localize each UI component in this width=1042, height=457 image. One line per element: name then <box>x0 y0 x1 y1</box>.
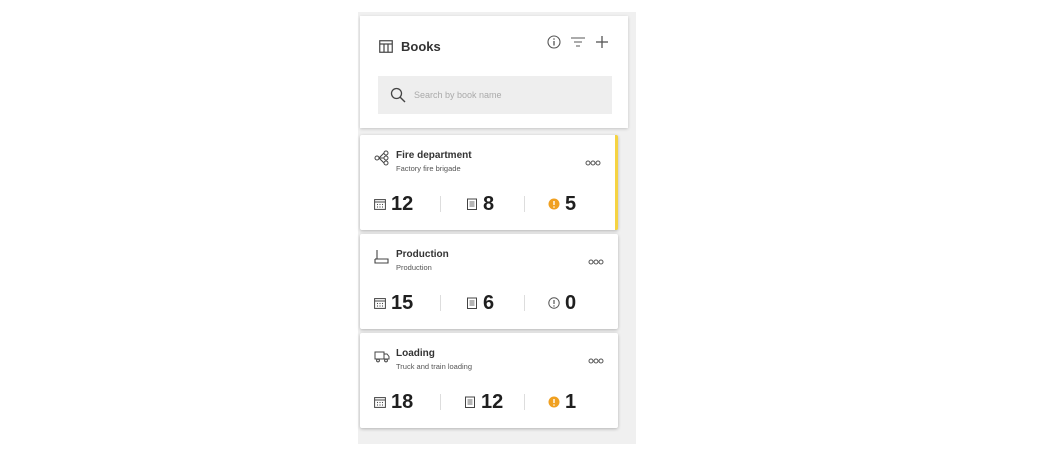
more-options-icon[interactable] <box>585 153 601 166</box>
page-title: Books <box>401 38 441 54</box>
stat-value: 0 <box>565 292 577 314</box>
stat-value: 8 <box>483 193 495 215</box>
book-card-loading[interactable]: Loading Truck and train loading 18 12 1 <box>360 333 618 428</box>
book-stats: 15 6 0 <box>374 292 604 314</box>
divider <box>524 394 525 410</box>
divider <box>524 196 525 212</box>
clipboard-icon <box>466 198 478 210</box>
stat-value: 1 <box>565 391 577 413</box>
book-title: Loading <box>396 348 435 359</box>
more-options-icon[interactable] <box>588 351 604 364</box>
stat-alerts: 0 <box>548 292 576 314</box>
hierarchy-icon <box>374 150 390 166</box>
book-title: Production <box>396 249 449 260</box>
calendar-icon <box>374 198 386 210</box>
divider <box>524 295 525 311</box>
warning-icon <box>548 396 560 408</box>
stat-value: 12 <box>481 391 504 413</box>
divider <box>440 394 441 410</box>
machine-icon <box>374 249 390 265</box>
calendar-icon <box>374 396 386 408</box>
filter-icon[interactable] <box>570 34 586 50</box>
stat-calendar: 15 <box>374 292 413 314</box>
stat-value: 12 <box>391 193 414 215</box>
warning-icon <box>548 198 560 210</box>
calendar-icon <box>374 297 386 309</box>
header-actions <box>546 34 610 50</box>
book-card-fire-department[interactable]: Fire department Factory fire brigade 12 … <box>360 135 618 230</box>
search-icon <box>390 87 406 103</box>
book-stats: 18 12 1 <box>374 391 604 413</box>
book-card-production[interactable]: Production Production 15 6 0 <box>360 234 618 329</box>
stat-value: 6 <box>483 292 495 314</box>
stat-alerts: 5 <box>548 193 576 215</box>
more-options-icon[interactable] <box>588 252 604 265</box>
clipboard-icon <box>466 297 478 309</box>
book-subtitle: Production <box>396 263 432 272</box>
search-input[interactable] <box>412 89 606 101</box>
info-icon[interactable] <box>546 34 562 50</box>
clipboard-icon <box>464 396 476 408</box>
stat-clipboard: 6 <box>466 292 494 314</box>
book-subtitle: Factory fire brigade <box>396 164 461 173</box>
book-title: Fire department <box>396 150 472 161</box>
divider <box>440 196 441 212</box>
info-outline-icon <box>548 297 560 309</box>
stat-value: 5 <box>565 193 577 215</box>
stat-clipboard: 12 <box>464 391 503 413</box>
stat-alerts: 1 <box>548 391 576 413</box>
table-icon <box>378 38 394 54</box>
stat-calendar: 18 <box>374 391 413 413</box>
stat-value: 18 <box>391 391 414 413</box>
divider <box>440 295 441 311</box>
book-stats: 12 8 5 <box>374 193 604 215</box>
stat-clipboard: 8 <box>466 193 494 215</box>
books-panel: Books Search by book name Fire departmen… <box>358 12 636 444</box>
header-title-row: Books <box>378 38 441 54</box>
stat-calendar: 12 <box>374 193 413 215</box>
stat-value: 15 <box>391 292 414 314</box>
truck-icon <box>374 348 390 364</box>
search-box[interactable] <box>378 76 612 114</box>
book-subtitle: Truck and train loading <box>396 362 473 371</box>
add-icon[interactable] <box>594 34 610 50</box>
books-header: Books <box>360 16 628 128</box>
